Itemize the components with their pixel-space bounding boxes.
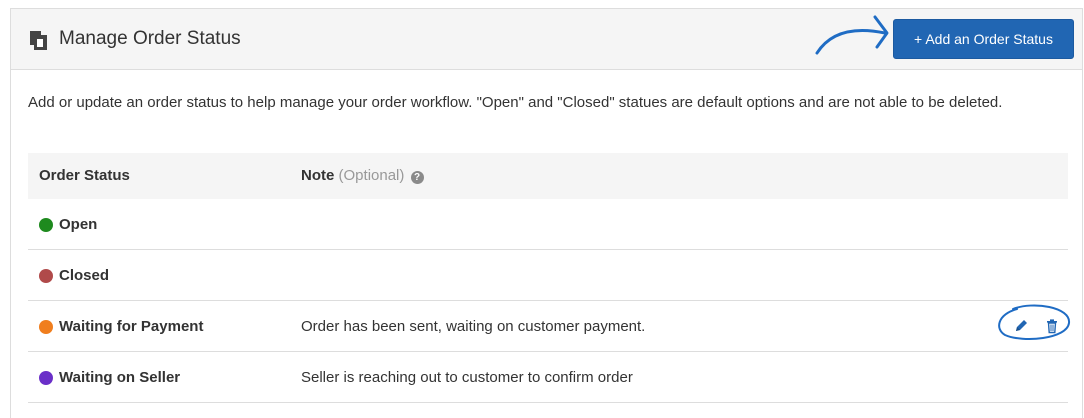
column-header-note: Note (Optional) ? xyxy=(301,167,424,185)
trash-icon[interactable] xyxy=(1044,317,1060,335)
order-status-table: Order Status Note (Optional) ? Open Clos… xyxy=(28,153,1070,403)
panel-header: Manage Order Status + Add an Order Statu… xyxy=(11,9,1082,70)
status-label: Waiting on Seller xyxy=(59,369,181,386)
optional-label: (Optional) xyxy=(338,167,405,184)
status-label: Waiting for Payment xyxy=(59,318,204,335)
manage-order-status-panel: Manage Order Status + Add an Order Statu… xyxy=(10,8,1083,418)
arrow-annotation xyxy=(815,15,889,55)
page-title: Manage Order Status xyxy=(59,28,241,49)
description-text: Add or update an order status to help ma… xyxy=(28,94,1003,111)
status-cell: Waiting on Seller xyxy=(39,369,180,387)
note-cell: Seller is reaching out to customer to co… xyxy=(301,369,633,386)
status-color-dot xyxy=(39,320,53,334)
status-label: Open xyxy=(59,216,98,233)
status-cell: Open xyxy=(39,216,97,234)
status-color-dot xyxy=(39,371,53,385)
table-row: Waiting for Payment Order has been sent,… xyxy=(28,301,1070,352)
table-row: Closed xyxy=(28,250,1068,301)
status-cell: Waiting for Payment xyxy=(39,318,203,336)
circle-annotation xyxy=(998,304,1070,340)
table-row: Open xyxy=(28,199,1068,250)
table-header: Order Status Note (Optional) ? xyxy=(28,153,1068,199)
note-label: Note xyxy=(301,167,335,184)
add-order-status-button[interactable]: + Add an Order Status xyxy=(893,19,1074,59)
status-cell: Closed xyxy=(39,267,109,285)
status-color-dot xyxy=(39,218,53,232)
table-row: Waiting on Seller Seller is reaching out… xyxy=(28,352,1068,403)
note-cell: Order has been sent, waiting on customer… xyxy=(301,318,646,335)
status-color-dot xyxy=(39,269,53,283)
status-label: Closed xyxy=(59,267,110,284)
column-header-order-status: Order Status xyxy=(39,167,130,184)
clipboard-copy-icon xyxy=(30,31,47,50)
row-actions xyxy=(998,304,1070,340)
pencil-icon[interactable] xyxy=(1013,317,1029,335)
help-icon[interactable]: ? xyxy=(410,171,424,184)
